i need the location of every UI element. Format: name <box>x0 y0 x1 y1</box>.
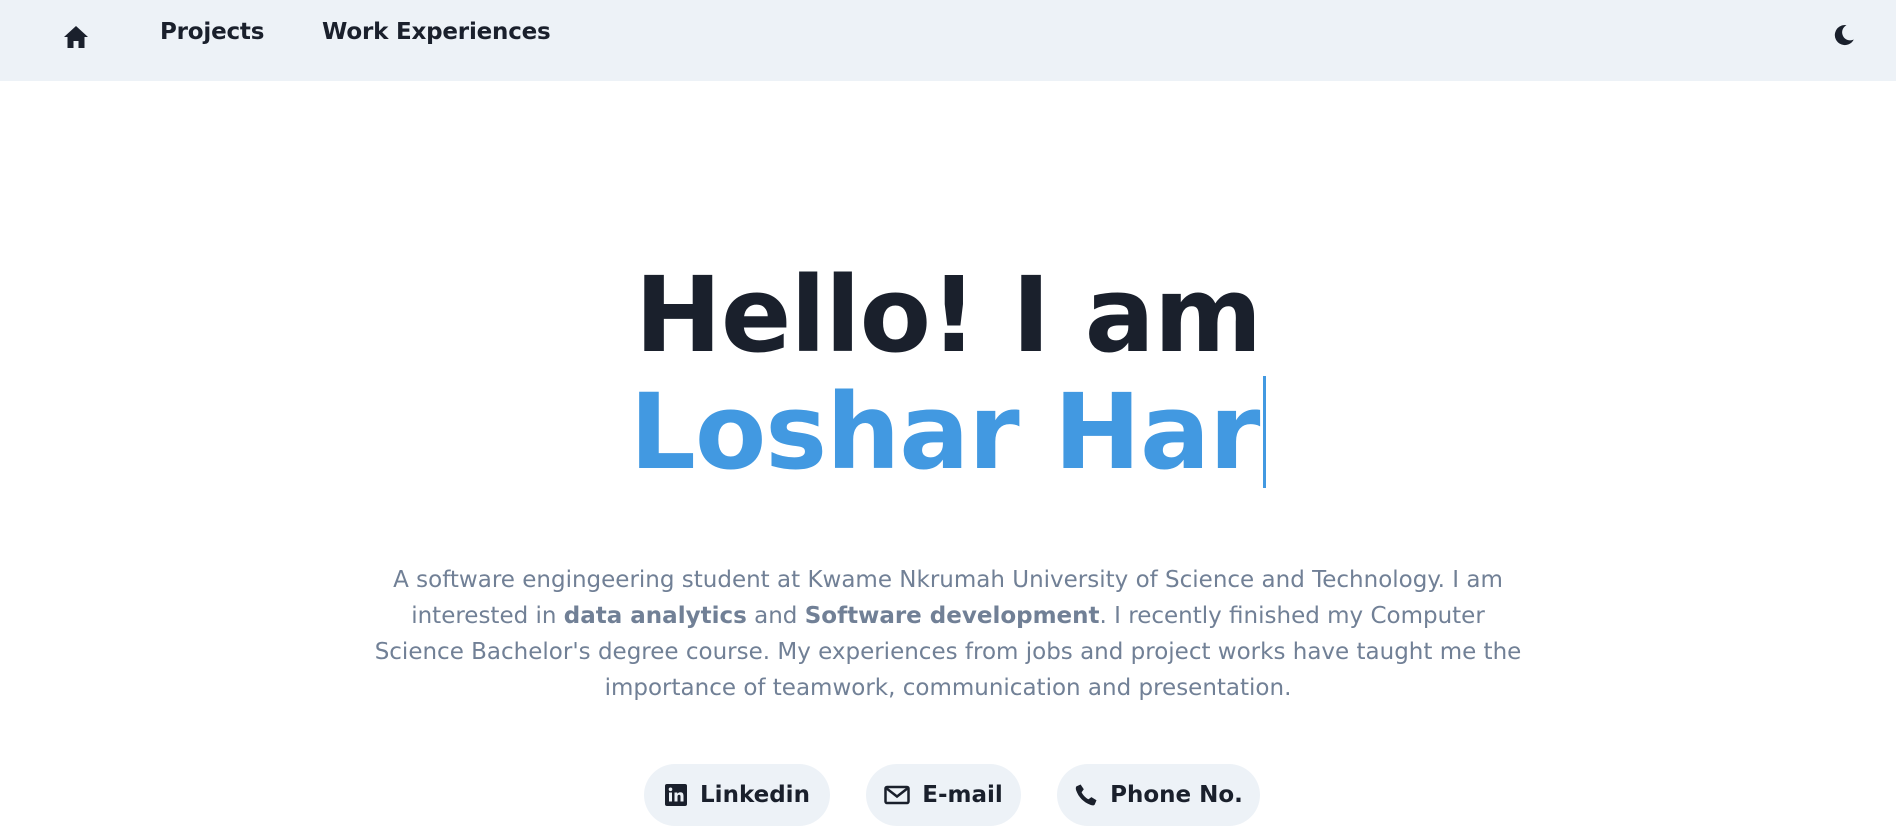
top-navbar: Projects Work Experiences <box>0 0 1896 81</box>
phone-label: Phone No. <box>1110 782 1243 808</box>
hero-greeting: Hello! I am <box>634 254 1262 376</box>
nav-projects-link[interactable]: Projects <box>160 19 264 45</box>
home-link[interactable] <box>60 21 92 53</box>
theme-toggle-button[interactable] <box>1828 19 1860 51</box>
intro-bold-data-analytics: data analytics <box>563 603 747 629</box>
nav-work-experiences-link[interactable]: Work Experiences <box>322 19 551 45</box>
intro-text-2: and <box>746 603 805 629</box>
moon-icon <box>1834 25 1854 46</box>
linkedin-label: Linkedin <box>700 782 810 808</box>
intro-bold-software-development: Software development <box>804 603 1100 629</box>
linkedin-button[interactable]: Linkedin <box>644 764 830 826</box>
home-icon <box>64 26 88 48</box>
phone-icon <box>1074 783 1098 807</box>
email-label: E-mail <box>922 782 1003 808</box>
phone-button[interactable]: Phone No. <box>1057 764 1260 826</box>
linkedin-icon <box>664 783 688 807</box>
envelope-icon <box>884 785 910 805</box>
email-button[interactable]: E-mail <box>866 764 1021 826</box>
intro-paragraph: A software engingeering student at Kwame… <box>370 562 1526 706</box>
hero-typed-name: Loshar Har <box>630 376 1267 488</box>
hero-name-line: Loshar Har <box>0 372 1896 492</box>
